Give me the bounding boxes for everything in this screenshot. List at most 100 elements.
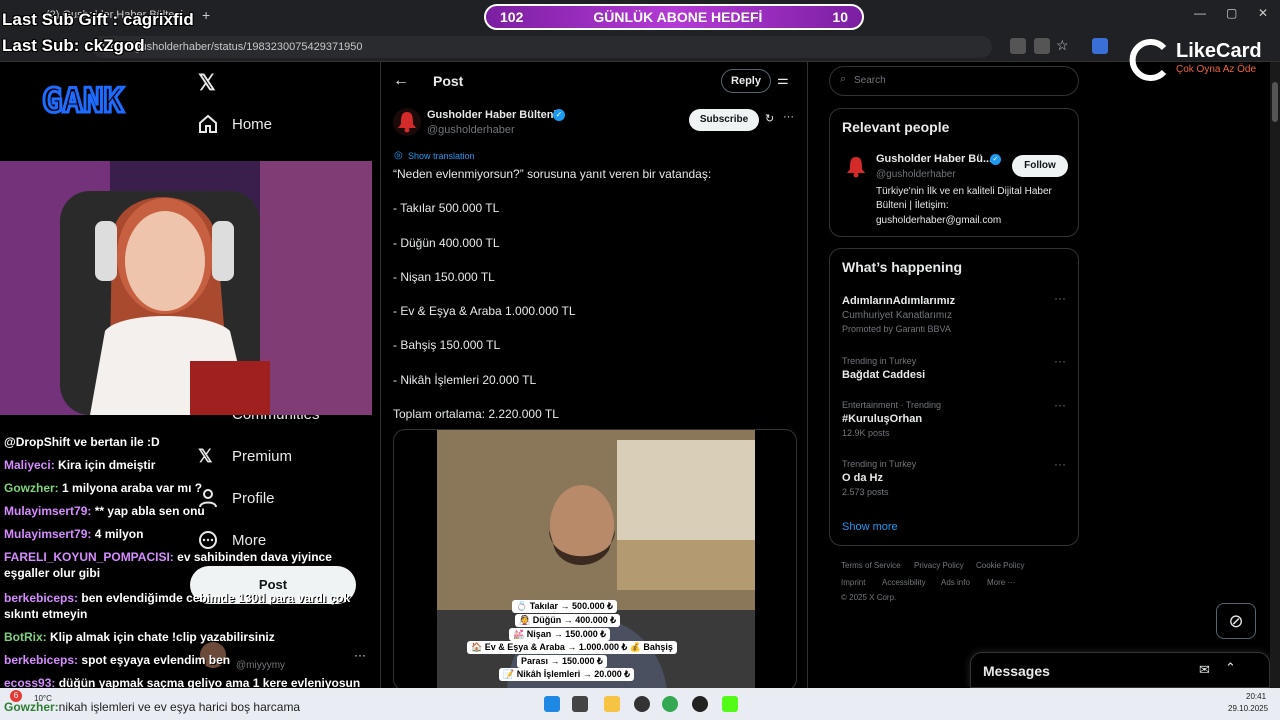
url-input[interactable]: x.com/gusholderhaber/status/198323007542… (92, 36, 992, 58)
chat-msg: 4 milyon (94, 527, 144, 541)
scrollbar-thumb[interactable] (1272, 82, 1278, 122)
trend-more-icon[interactable]: ··· (1054, 457, 1066, 471)
goal-title: GÜNLÜK ABONE HEDEFİ (593, 9, 763, 25)
trend-item[interactable]: Entertainment · Trending #KuruluşOrhan 1… (842, 398, 1072, 444)
relevant-handle[interactable]: @gusholderhaber (876, 169, 956, 180)
trend-more-icon[interactable]: ··· (1054, 291, 1066, 305)
trend-more-icon[interactable]: ··· (1054, 354, 1066, 368)
chat-line: BotRix: Klip almak için chate !clip yaza… (4, 629, 376, 645)
post-text-line: - Ev & Eşya & Araba 1.000.000 TL (393, 304, 576, 318)
chat-user: FARELI_KOYUN_POMPACISI: (4, 550, 174, 564)
chat-msg: ** yap abla sen onu (94, 504, 205, 518)
chat-line: Mulayimsert79: ** yap abla sen onu (4, 503, 376, 519)
subscribe-button[interactable]: Subscribe (689, 109, 759, 131)
author-name[interactable]: Gusholder Haber Bülteni (427, 109, 557, 121)
chat-msg: Kira için dmeiştir (58, 458, 156, 472)
footer-privacy[interactable]: Privacy Policy (914, 561, 964, 570)
webcam-overlay (0, 161, 372, 415)
nav-home[interactable]: Home (198, 114, 272, 134)
goal-target: 10 (832, 9, 848, 25)
trend-name: #KuruluşOrhan (842, 413, 923, 425)
verified-badge-icon: ✓ (990, 154, 1001, 165)
trend-promoted: Promoted by Garanti BBVA (842, 324, 951, 334)
minimize-icon[interactable]: — (1194, 6, 1206, 20)
clock-date[interactable]: 29.10.2025 (1228, 704, 1268, 713)
author-handle[interactable]: @gusholderhaber (427, 124, 515, 136)
video-caption: 💒 Nişan → 150.000 ₺ (509, 628, 610, 641)
obs-icon[interactable] (634, 696, 650, 712)
task-view-icon[interactable] (572, 696, 588, 712)
expand-icon[interactable]: ⌃ (1225, 660, 1236, 676)
author-avatar[interactable] (393, 108, 421, 136)
close-window-icon[interactable]: ✕ (1258, 6, 1268, 20)
footer-accessibility[interactable]: Accessibility (882, 578, 926, 587)
chat-msg: 1 milyona araba var mı ? (62, 481, 203, 495)
page-scrollbar[interactable] (1270, 62, 1280, 688)
chat-user: berkebiceps: (4, 591, 79, 605)
bookmark-star-icon[interactable]: ☆ (1056, 37, 1069, 54)
maximize-icon[interactable]: ▢ (1226, 6, 1237, 20)
trend-context: Trending in Turkey (842, 356, 917, 366)
chat-user: berkebiceps: (4, 653, 79, 667)
right-sidebar: ⌕ Search Relevant people Gusholder Haber… (808, 62, 1270, 688)
gank-logo: GANK (40, 80, 186, 123)
trend-item[interactable]: AdımlarınAdımlarımız Cumhuriyet Kanatlar… (842, 291, 1072, 341)
likecard-icon (1129, 39, 1167, 81)
filter-settings-icon[interactable]: ⚌ (777, 72, 789, 88)
extension-cast-icon[interactable] (1010, 38, 1026, 54)
file-explorer-icon[interactable] (604, 696, 620, 712)
grok-float-button[interactable]: ⊘ (1216, 603, 1256, 639)
post-more-icon[interactable]: ··· (783, 111, 794, 123)
trend-item[interactable]: Trending in Turkey Bağdat Caddesi ··· (842, 354, 1072, 386)
footer-cookie[interactable]: Cookie Policy (976, 561, 1024, 570)
post-text-line: “Neden evlenmiyorsun?” sorusuna yanıt ve… (393, 167, 712, 181)
chat-user: Gowzher: (4, 700, 59, 714)
messages-drawer[interactable]: Messages ✉ ⌃ (970, 652, 1270, 688)
post-video[interactable]: 💍 Takılar → 500.000 ₺ 👰 Düğün → 400.000 … (393, 429, 797, 691)
show-translation-link[interactable]: Show translation (408, 151, 475, 161)
svg-text:GANK: GANK (42, 81, 124, 118)
footer-imprint[interactable]: Imprint (841, 578, 865, 587)
new-message-icon[interactable]: ✉ (1199, 662, 1210, 678)
show-more-link[interactable]: Show more (842, 521, 898, 533)
app-g-icon[interactable] (692, 696, 708, 712)
new-tab-icon[interactable]: + (202, 7, 210, 23)
search-placeholder: Search (854, 75, 886, 86)
grok-icon[interactable]: ↻ (765, 112, 774, 125)
chat-msg: spot eşyaya evlendim ben (81, 653, 231, 667)
footer-terms[interactable]: Terms of Service (841, 561, 901, 570)
footer-copyright: © 2025 X Corp. (841, 593, 897, 602)
relevant-people-title: Relevant people (842, 119, 950, 135)
back-arrow-icon[interactable]: ← (393, 72, 409, 90)
extension-shield-icon[interactable] (1092, 38, 1108, 54)
clock-time[interactable]: 20:41 (1246, 692, 1266, 701)
chrome-icon[interactable] (662, 696, 678, 712)
relevant-bio-email[interactable]: gusholderhaber@gmail.com (876, 215, 1001, 226)
extension-translate-icon[interactable] (1034, 38, 1050, 54)
kick-icon[interactable] (722, 696, 738, 712)
relevant-avatar[interactable] (842, 153, 870, 181)
relevant-name[interactable]: Gusholder Haber Bü... (876, 153, 992, 165)
chat-msg: Klip almak için chate !clip yazabilirsin… (50, 630, 275, 644)
trend-item[interactable]: Trending in Turkey O da Hz 2.573 posts ·… (842, 457, 1072, 503)
browser-address-bar: x.com/gusholderhaber/status/198323007542… (0, 32, 1280, 62)
post-text-line: - Bahşiş 150.000 TL (393, 338, 501, 352)
trend-name: AdımlarınAdımlarımız (842, 295, 956, 307)
trend-count: 12.9K posts (842, 428, 890, 438)
goal-current: 102 (500, 9, 524, 25)
reply-button[interactable]: Reply (721, 69, 771, 93)
x-logo-icon[interactable]: 𝕏 (198, 70, 216, 96)
windows-start-icon[interactable] (544, 696, 560, 712)
chat-line: Gowzher: 1 milyona araba var mı ? (4, 480, 376, 496)
trend-more-icon[interactable]: ··· (1054, 398, 1066, 412)
footer-ads-info[interactable]: Ads info (941, 578, 970, 587)
search-icon: ⌕ (840, 73, 847, 85)
follow-button[interactable]: Follow (1012, 155, 1068, 177)
trend-sub: Cumhuriyet Kanatlarımız (842, 310, 953, 321)
video-caption: Parası → 150.000 ₺ (517, 655, 607, 668)
post-text-line: - Nikâh İşlemleri 20.000 TL (393, 373, 537, 387)
post-text-line: - Takılar 500.000 TL (393, 201, 500, 215)
footer-more[interactable]: More ··· (987, 578, 1015, 587)
chat-line: berkebiceps: ben evlendiğimde cebimde 13… (4, 590, 376, 622)
search-input[interactable]: ⌕ Search (829, 66, 1079, 96)
